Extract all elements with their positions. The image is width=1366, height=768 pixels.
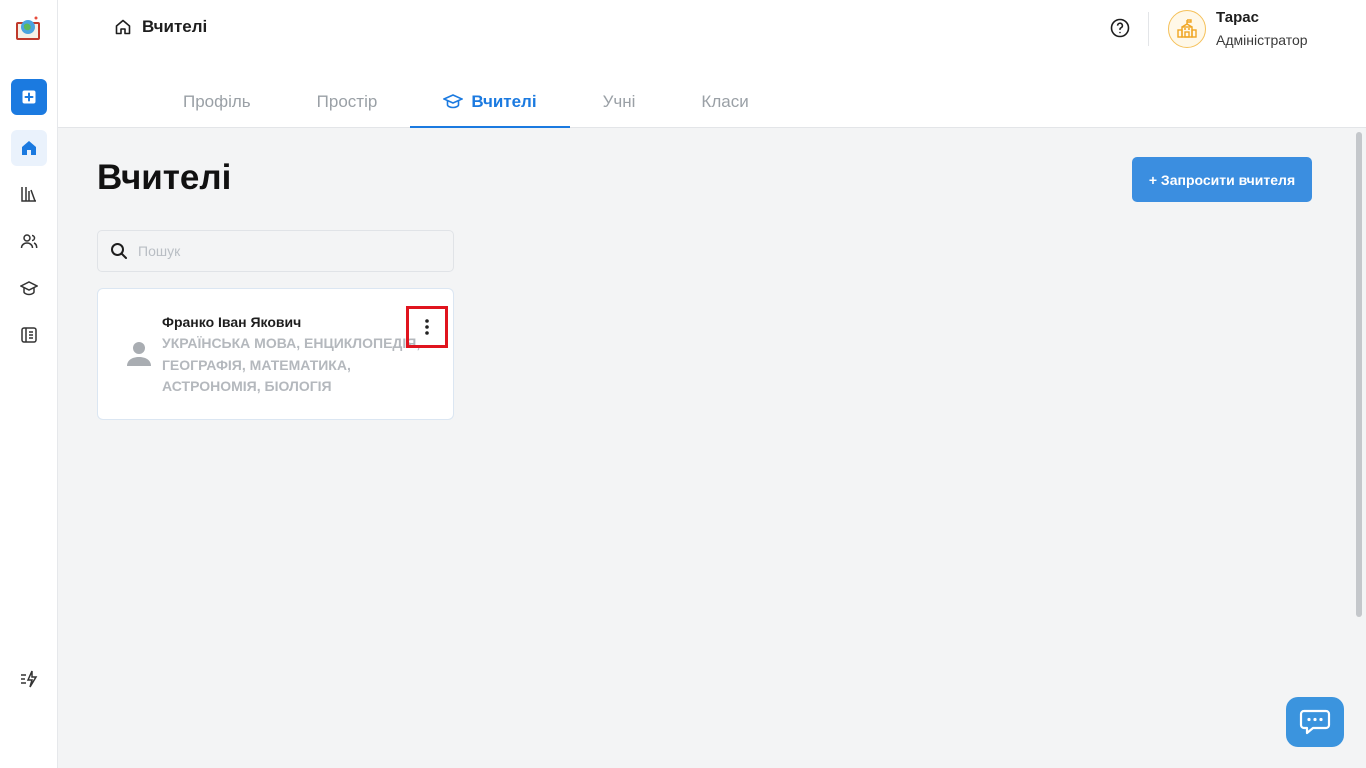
journal-icon <box>21 327 37 343</box>
updates-icon <box>21 670 38 688</box>
tab-label: Простір <box>316 92 378 111</box>
breadcrumb-label: Вчителі <box>142 17 208 36</box>
sidebar-item-journal[interactable] <box>11 317 47 353</box>
tab-bar: Профіль Простір Вчителі Учні Класи <box>150 78 782 128</box>
tab-teachers[interactable]: Вчителі <box>410 78 570 128</box>
tab-label: Вчителі <box>471 92 537 111</box>
page-title: Вчителі <box>97 158 232 197</box>
home-icon <box>22 141 36 155</box>
user-avatar[interactable] <box>1168 10 1206 48</box>
top-header: Вчителі Тарас Адміністратор Профіль Прос… <box>58 0 1366 128</box>
graduation-cap-icon <box>20 281 38 296</box>
graduation-cap-icon <box>443 94 464 109</box>
tab-profile[interactable]: Профіль <box>150 78 284 128</box>
help-icon[interactable] <box>1110 18 1130 38</box>
users-icon <box>20 234 38 249</box>
tab-label: Профіль <box>183 92 251 111</box>
tab-label: Учні <box>602 92 636 111</box>
teacher-subjects: Українська мова, Енциклопедія, Географія… <box>162 335 421 394</box>
scrollbar[interactable] <box>1356 132 1362 617</box>
person-icon <box>127 342 151 366</box>
sidebar-item-users[interactable] <box>11 223 47 259</box>
school-icon <box>1177 19 1197 38</box>
sidebar-item-library[interactable] <box>11 176 47 212</box>
user-name: Тарас <box>1216 9 1259 26</box>
teacher-name: Франко Іван Якович <box>162 314 302 330</box>
user-role: Адміністратор <box>1216 32 1308 48</box>
app-logo[interactable] <box>14 14 42 42</box>
home-outline-icon[interactable] <box>114 18 132 36</box>
tab-label: Класи <box>701 92 749 111</box>
teacher-card[interactable]: Франко Іван Якович Українська мова, Енци… <box>97 288 454 420</box>
tab-classes[interactable]: Класи <box>668 78 781 128</box>
sidebar-item-updates[interactable] <box>11 661 47 697</box>
chat-icon <box>1299 709 1331 735</box>
search-box[interactable] <box>97 230 454 272</box>
search-input[interactable] <box>138 243 428 259</box>
chat-button[interactable] <box>1286 697 1344 747</box>
tab-space[interactable]: Простір <box>284 78 411 128</box>
sidebar-item-teachers[interactable] <box>11 270 47 306</box>
search-icon <box>111 243 127 259</box>
plus-square-icon <box>22 90 36 104</box>
breadcrumb: Вчителі <box>114 17 207 37</box>
library-icon <box>21 187 36 202</box>
header-divider <box>1148 12 1149 46</box>
sidebar <box>0 0 58 768</box>
more-options-button[interactable] <box>406 306 448 348</box>
tab-students[interactable]: Учні <box>570 78 669 128</box>
more-vertical-icon <box>425 319 429 335</box>
sidebar-item-home[interactable] <box>11 130 47 166</box>
create-button[interactable] <box>11 79 47 115</box>
invite-teacher-button[interactable]: + Запросити вчителя <box>1132 157 1312 202</box>
